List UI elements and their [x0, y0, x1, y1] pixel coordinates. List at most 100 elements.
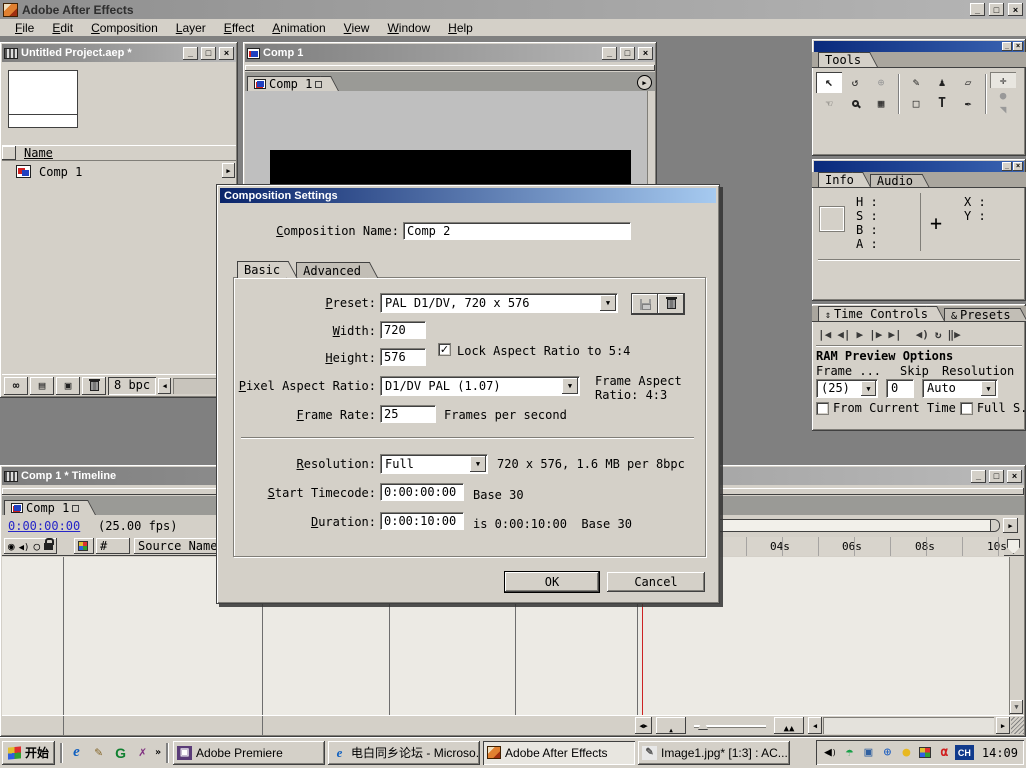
width-input[interactable]: [380, 321, 426, 339]
menu-help[interactable]: Help: [439, 20, 482, 36]
expand-collapse-button[interactable]: ◀▶: [635, 717, 652, 734]
rotate-tool-button[interactable]: [842, 72, 868, 93]
resolution-dropdown-icon[interactable]: ▼: [981, 381, 996, 396]
ime-indicator[interactable]: CH: [955, 745, 974, 760]
comp-minimize-button[interactable]: _: [602, 47, 617, 60]
timeline-scroll-right-button[interactable]: ▶: [1003, 518, 1018, 533]
info-close-button[interactable]: ×: [1013, 162, 1023, 171]
timeline-close-button[interactable]: ×: [1007, 470, 1022, 483]
number-column-header[interactable]: #: [96, 538, 130, 554]
region-of-interest-button[interactable]: [868, 93, 894, 114]
new-composition-button[interactable]: [56, 377, 80, 395]
tools-panel-bar[interactable]: _ ×: [814, 41, 1024, 52]
start-timecode-input[interactable]: [380, 483, 464, 501]
tools-close-button[interactable]: ×: [1013, 42, 1023, 51]
volume-tray-icon[interactable]: ◀): [822, 744, 839, 761]
menu-effect[interactable]: Effect: [215, 20, 263, 36]
time-controls-tab[interactable]: Time Controls: [818, 306, 934, 321]
next-frame-button[interactable]: [869, 327, 882, 341]
task-after-effects[interactable]: Adobe After Effects: [483, 741, 635, 765]
ok-button[interactable]: OK: [505, 572, 599, 592]
last-frame-button[interactable]: [888, 327, 901, 341]
timeline-vscrollbar[interactable]: ▼: [1009, 557, 1024, 715]
lock-aspect-checkbox[interactable]: ✓: [438, 343, 451, 356]
umbrella-tray-icon[interactable]: ☂: [841, 744, 858, 761]
tools-minimize-button[interactable]: _: [1002, 42, 1012, 51]
minimize-button[interactable]: _: [970, 3, 985, 16]
pen-tool-button[interactable]: [955, 93, 981, 114]
current-timecode[interactable]: 0:00:00:00: [8, 519, 80, 533]
brush-tool-button[interactable]: [903, 72, 929, 93]
resize-grip[interactable]: [1011, 717, 1024, 734]
menu-window[interactable]: Window: [378, 20, 439, 36]
advanced-tab[interactable]: Advanced: [296, 262, 367, 278]
frame-rate-input[interactable]: [380, 405, 436, 423]
from-current-time-checkbox[interactable]: [816, 402, 829, 415]
switches-header[interactable]: [74, 538, 94, 554]
save-preset-button[interactable]: [632, 294, 658, 314]
camera-select-tool-button[interactable]: [990, 102, 1016, 116]
editor-quicklaunch-icon[interactable]: ✎: [89, 743, 108, 762]
play-button[interactable]: [857, 327, 864, 341]
info-panel-bar[interactable]: _ ×: [814, 161, 1024, 172]
duration-input[interactable]: [380, 512, 464, 530]
frame-rate-select[interactable]: (25) ▼: [816, 379, 878, 398]
full-screen-checkbox[interactable]: [960, 402, 973, 415]
ram-preview-button[interactable]: [948, 327, 961, 341]
computer-tray-icon[interactable]: ▣: [860, 744, 877, 761]
project-scroll-right-button[interactable]: ▶: [222, 163, 235, 178]
preset-select[interactable]: PAL D1/DV, 720 x 576 ▼: [380, 293, 618, 313]
preset-dropdown-icon[interactable]: ▼: [600, 295, 616, 311]
skip-input[interactable]: 0: [886, 379, 914, 398]
project-maximize-button[interactable]: □: [201, 47, 216, 60]
task-adobe-premiere[interactable]: ▣ Adobe Premiere: [173, 741, 325, 765]
dialog-titlebar[interactable]: Composition Settings: [220, 188, 716, 203]
menu-composition[interactable]: Composition: [82, 20, 167, 36]
menu-view[interactable]: View: [335, 20, 379, 36]
timeline-hscroll-left[interactable]: ◀: [808, 717, 822, 734]
work-area-end-handle[interactable]: [990, 520, 999, 531]
project-hscroll-track[interactable]: [173, 378, 219, 394]
zoom-slider-handle[interactable]: [698, 720, 708, 729]
movie-quicklaunch-icon[interactable]: ✗︎: [133, 743, 152, 762]
delete-preset-button[interactable]: [658, 294, 684, 314]
project-close-button[interactable]: ×: [219, 47, 234, 60]
previous-frame-button[interactable]: [837, 327, 850, 341]
bpc-indicator[interactable]: 8 bpc: [108, 377, 156, 395]
hand-tool-button[interactable]: [816, 93, 842, 114]
pixel-aspect-ratio-select[interactable]: D1/DV PAL (1.07) ▼: [380, 376, 580, 396]
av-features-header[interactable]: [4, 538, 57, 554]
timeline-zoom-slider[interactable]: [690, 717, 770, 734]
text-tool-button[interactable]: [929, 93, 955, 114]
timeline-minimize-button[interactable]: _: [971, 470, 986, 483]
resolution-select[interactable]: Auto ▼: [922, 379, 998, 398]
menu-animation[interactable]: Animation: [263, 20, 334, 36]
first-frame-button[interactable]: [818, 327, 831, 341]
comp-titlebar[interactable]: Comp 1 _ □ ×: [245, 44, 655, 62]
task-image-editor[interactable]: ✎ Image1.jpg* [1:3] : AC...: [638, 741, 790, 765]
task-forum-browser[interactable]: e 电白同乡论坛 - Microso...: [328, 741, 480, 765]
comp-marker-bin[interactable]: [1007, 539, 1020, 554]
info-tab[interactable]: Info: [818, 172, 860, 187]
sphere-tool-button[interactable]: [990, 88, 1016, 102]
loop-button[interactable]: [935, 327, 942, 341]
globe-tray-icon[interactable]: ⊕: [879, 744, 896, 761]
project-minimize-button[interactable]: _: [183, 47, 198, 60]
project-name-column[interactable]: Name: [24, 146, 53, 160]
new-folder-button[interactable]: [30, 377, 54, 395]
resolution-dialog-select[interactable]: Full ▼: [380, 454, 488, 474]
orbit-camera-tool-button[interactable]: [868, 72, 894, 93]
tools-tab[interactable]: Tools: [818, 52, 867, 67]
project-titlebar[interactable]: Untitled Project.aep * _ □ ×: [2, 44, 236, 62]
timeline-hscroll-right[interactable]: ▶: [996, 717, 1010, 734]
audio-tab[interactable]: Audio: [870, 174, 919, 187]
par-dropdown-icon[interactable]: ▼: [562, 378, 578, 394]
composition-name-input[interactable]: [403, 222, 631, 240]
selection-tool-button[interactable]: [816, 72, 842, 93]
ie-quicklaunch-icon[interactable]: e: [67, 743, 86, 762]
timeline-tab-close-icon[interactable]: [72, 505, 79, 512]
frame-rate-dropdown-icon[interactable]: ▼: [861, 381, 876, 396]
project-hscroll-left[interactable]: ◀: [158, 378, 171, 394]
timeline-maximize-button[interactable]: □: [989, 470, 1004, 483]
delete-button[interactable]: [82, 377, 106, 395]
